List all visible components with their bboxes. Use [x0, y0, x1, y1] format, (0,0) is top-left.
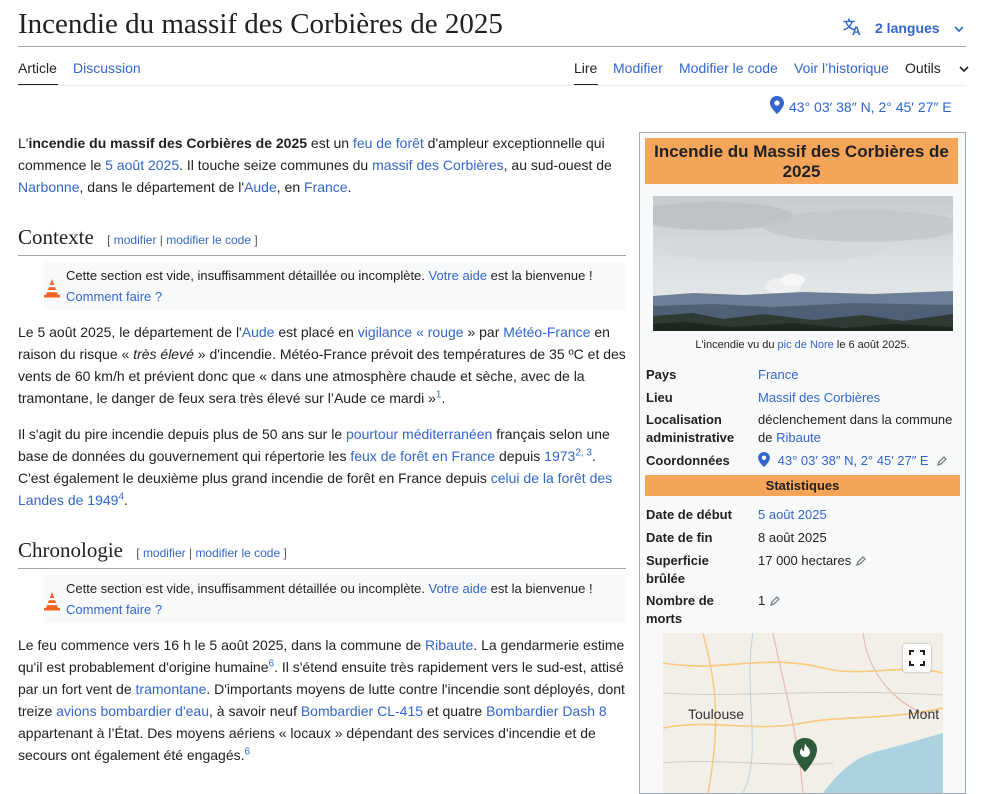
infobox-value: 43° 03′ 38″ N, 2° 45′ 27″ E: [758, 452, 948, 471]
infobox-label: Localisation administrative: [646, 412, 735, 445]
link-pic-de-nore[interactable]: pic de Nore: [778, 339, 834, 351]
section-heading-contexte: Contexte [ modifier | modifier le code ]: [18, 225, 626, 256]
section-edit-links: [ modifier | modifier le code ]: [136, 546, 287, 560]
translate-icon: 文 A: [843, 17, 863, 39]
map-pin-icon: [770, 96, 784, 117]
link-feux-de-foret-en-france[interactable]: feux de forêt en France: [350, 448, 495, 464]
tab-read[interactable]: Lire: [574, 60, 597, 76]
link-vigilance-rouge[interactable]: vigilance « rouge: [358, 324, 464, 340]
coordinates-text: 43° 03′ 38″ N, 2° 45′ 27″ E: [789, 98, 952, 115]
link-bombardier-cl-415[interactable]: Bombardier CL-415: [301, 703, 423, 719]
pencil-icon[interactable]: [856, 553, 867, 571]
reference-link[interactable]: 6: [245, 746, 251, 757]
infobox-label: Pays: [646, 367, 677, 382]
infobox-label: Nombre de morts: [646, 593, 714, 626]
section-edit-links: [ modifier | modifier le code ]: [107, 233, 258, 247]
stub-notice: Cette section est vide, insuffisamment d…: [44, 575, 626, 623]
infobox-value: déclenchement dans la commune de Ribaute: [758, 412, 953, 445]
stub-notice: Cette section est vide, insuffisamment d…: [44, 262, 626, 310]
infobox-label: Lieu: [646, 390, 673, 405]
chevron-down-icon: [959, 60, 969, 76]
infobox-photo[interactable]: [653, 196, 953, 331]
section-title: Chronologie: [18, 538, 123, 562]
tabs-divider: [18, 85, 966, 86]
section-edit-source-button[interactable]: modifier le code: [166, 233, 251, 247]
section-edit-button[interactable]: modifier: [143, 546, 186, 560]
link-narbonne[interactable]: Narbonne: [18, 179, 80, 195]
link-ribaute[interactable]: Ribaute: [776, 430, 821, 445]
notice-how-link[interactable]: Comment faire ?: [66, 289, 162, 304]
link-aude[interactable]: Aude: [244, 179, 277, 195]
link-1973[interactable]: 1973: [544, 448, 575, 464]
language-label: 2 langues: [875, 20, 940, 36]
infobox-value: 8 août 2025: [758, 530, 827, 545]
link-aude[interactable]: Aude: [242, 324, 275, 340]
tools-label: Outils: [905, 60, 941, 76]
tab-discussion[interactable]: Discussion: [73, 60, 141, 76]
chronologie-paragraph-1: Le feu commence vers 16 h le 5 août 2025…: [18, 637, 625, 763]
link-avions-bombardier-eau[interactable]: avions bombardier d'eau: [56, 703, 209, 719]
infobox-value: 17 000 hectares: [758, 552, 867, 571]
fire-marker-icon[interactable]: [792, 738, 818, 775]
link-pourtour-mediterraneen[interactable]: pourtour méditerranéen: [346, 426, 492, 442]
infobox-value-link[interactable]: 5 août 2025: [758, 506, 827, 524]
infobox-label: Coordonnées: [646, 453, 730, 468]
infobox-label: Date de début: [646, 507, 732, 522]
link-feu-de-foret[interactable]: feu de forêt: [353, 135, 424, 151]
link-france[interactable]: France: [304, 179, 348, 195]
section-edit-source-button[interactable]: modifier le code: [195, 546, 280, 560]
map-label-toulouse: Toulouse: [688, 706, 745, 722]
intro-paragraph: L'incendie du massif des Corbières de 20…: [18, 135, 612, 195]
fullscreen-button[interactable]: [903, 644, 931, 672]
tab-edit-source[interactable]: Modifier le code: [679, 60, 778, 76]
link-meteo-france[interactable]: Météo-France: [503, 324, 590, 340]
infobox: Incendie du Massif des Corbières de 2025…: [639, 132, 966, 794]
tab-edit[interactable]: Modifier: [613, 60, 663, 76]
infobox-caption: L'incendie vu du pic de Nore le 6 août 2…: [695, 339, 910, 351]
map-label-montpellier: Mont: [908, 706, 940, 722]
coordinates-link[interactable]: 43° 03′ 38″ N, 2° 45′ 27″ E: [778, 453, 929, 468]
contexte-paragraph-1: Le 5 août 2025, le département de l'Aude…: [18, 324, 626, 406]
notice-help-link[interactable]: Votre aide: [429, 581, 488, 596]
tab-tools[interactable]: Outils: [905, 60, 969, 76]
traffic-cone-icon: [44, 591, 60, 617]
section-title: Contexte: [18, 225, 94, 249]
map-pin-icon: [758, 452, 770, 468]
link-massif-corbieres[interactable]: massif des Corbières: [372, 157, 504, 173]
infobox-title: Incendie du Massif des Corbières de 2025: [645, 138, 958, 184]
infobox-value: 1: [758, 592, 781, 611]
reference-link[interactable]: 2, 3: [575, 447, 592, 458]
notice-how-link[interactable]: Comment faire ?: [66, 602, 162, 617]
intro-bold: incendie du massif des Corbières de 2025: [28, 135, 308, 151]
notice-help-link[interactable]: Votre aide: [429, 268, 488, 283]
title-divider: [18, 46, 966, 47]
chevron-down-icon: [954, 20, 964, 36]
infobox-label: Date de fin: [646, 530, 713, 545]
language-button[interactable]: 文 A 2 langues: [843, 17, 964, 39]
infobox-value-link[interactable]: France: [758, 366, 798, 384]
traffic-cone-icon: [44, 278, 60, 304]
svg-text:A: A: [852, 24, 861, 36]
fullscreen-icon: [903, 650, 931, 675]
section-edit-button[interactable]: modifier: [114, 233, 157, 247]
link-ribaute[interactable]: Ribaute: [425, 637, 473, 653]
section-heading-chronologie: Chronologie [ modifier | modifier le cod…: [18, 538, 626, 569]
contexte-paragraph-2: Il s'agit du pire incendie depuis plus d…: [18, 426, 613, 508]
pencil-icon[interactable]: [937, 453, 948, 471]
page-title: Incendie du massif des Corbières de 2025: [18, 8, 503, 40]
top-coordinates-link[interactable]: 43° 03′ 38″ N, 2° 45′ 27″ E: [770, 96, 952, 117]
tab-history[interactable]: Voir l’historique: [794, 60, 889, 76]
tab-article[interactable]: Article: [18, 60, 57, 76]
pencil-icon[interactable]: [770, 593, 781, 611]
link-5-aout-2025[interactable]: 5 août 2025: [105, 157, 179, 173]
infobox-value-link[interactable]: Massif des Corbières: [758, 389, 880, 407]
link-bombardier-dash-8[interactable]: Bombardier Dash 8: [486, 703, 607, 719]
link-tramontane[interactable]: tramontane: [136, 681, 207, 697]
infobox-label: Superficie brûlée: [646, 553, 709, 586]
infobox-stats-header: Statistiques: [645, 475, 960, 496]
